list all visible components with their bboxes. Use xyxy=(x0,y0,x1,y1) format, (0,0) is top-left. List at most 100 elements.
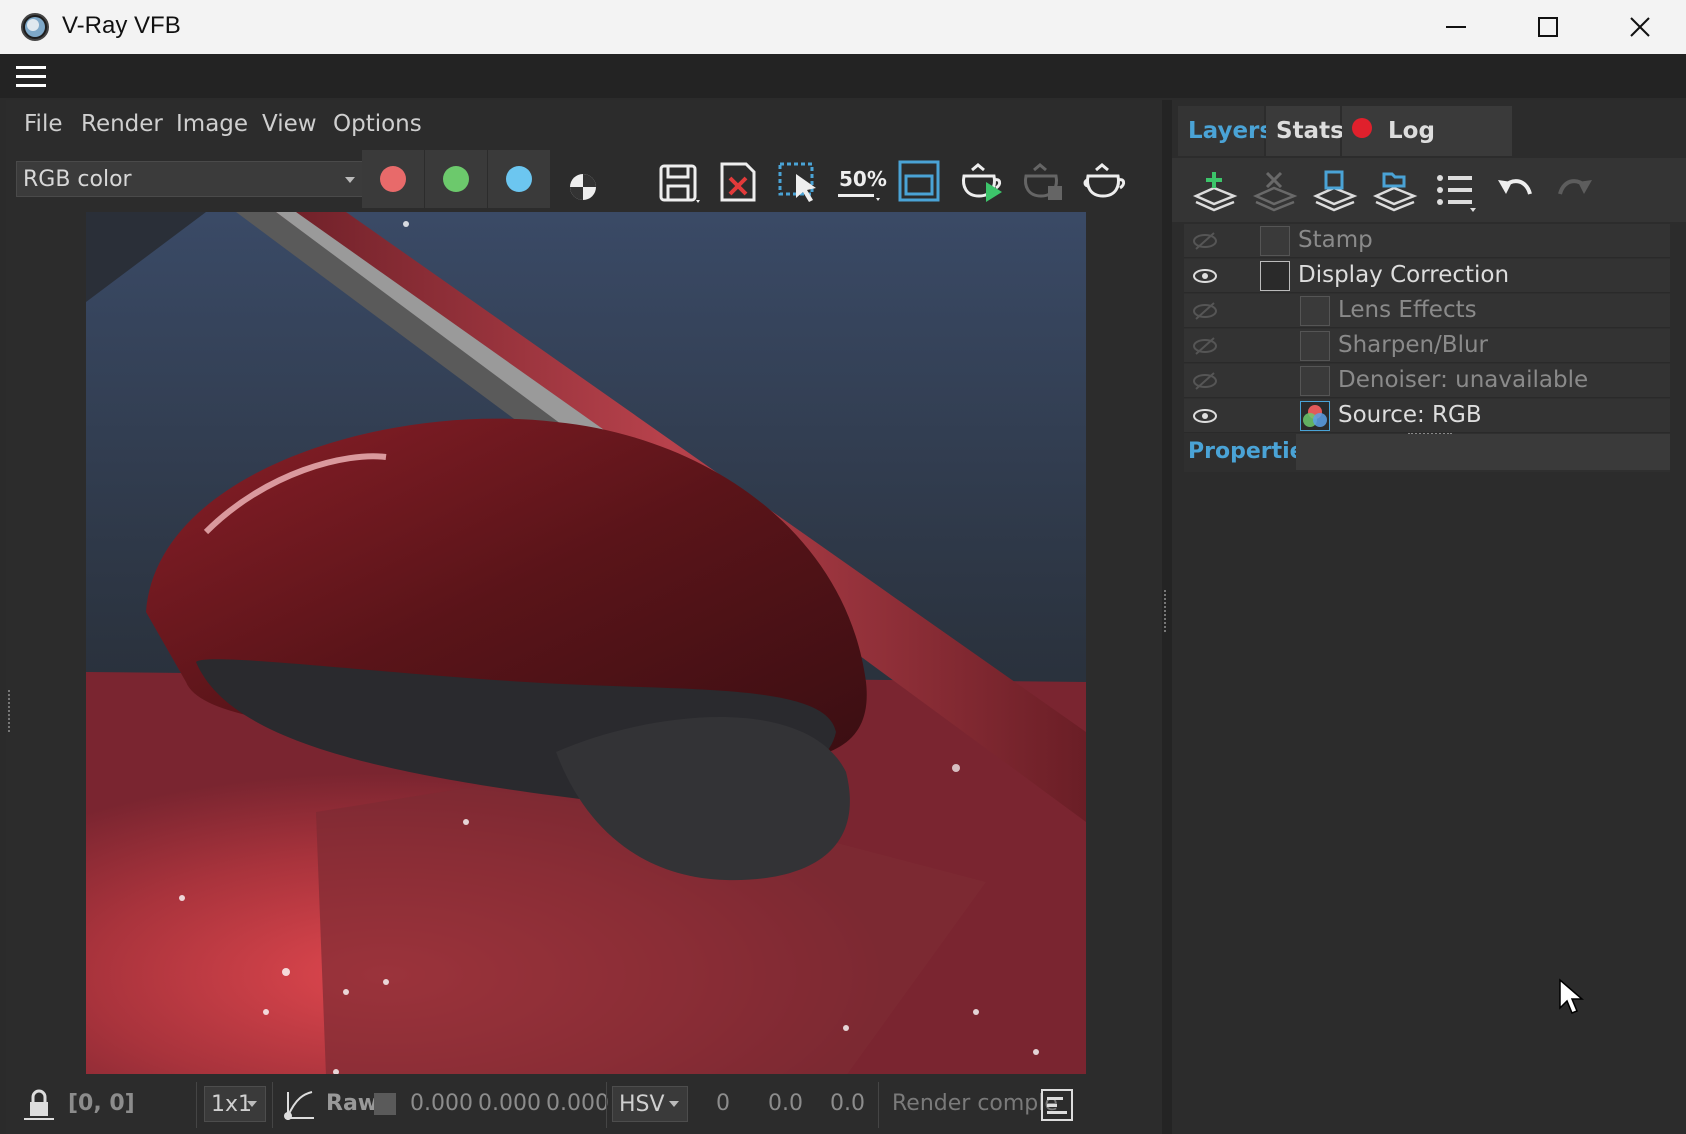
hue-value: 0 xyxy=(716,1091,730,1116)
layer-label: Sharpen/Blur xyxy=(1338,332,1489,358)
raw-label: Raw xyxy=(326,1091,379,1116)
tab-stats[interactable]: Stats xyxy=(1266,106,1344,156)
clear-image-icon[interactable] xyxy=(716,158,762,204)
lock-coords-icon[interactable] xyxy=(22,1088,56,1122)
tab-log-label: Log xyxy=(1388,118,1435,144)
vray-vfb-window: V-Ray VFB File Render Image View Options xyxy=(0,0,1686,1134)
status-bar: [0, 0] 1x1 Raw 0.000 0.000 0.000 HSV 0 0… xyxy=(6,1074,1162,1134)
color-space-value: HSV xyxy=(619,1092,665,1117)
history-panel-icon[interactable] xyxy=(1040,1088,1074,1122)
menu-image[interactable]: Image xyxy=(176,111,248,137)
green-dot-icon xyxy=(443,166,469,192)
layer-label: Source: RGB xyxy=(1338,402,1482,428)
pixel-coords: [0, 0] xyxy=(68,1091,135,1116)
tab-layers-label: Layers xyxy=(1188,118,1274,144)
region-render-icon[interactable] xyxy=(776,158,822,204)
hamburger-menu-icon[interactable] xyxy=(16,66,46,88)
left-resize-grip[interactable] xyxy=(8,690,12,732)
load-layers-icon[interactable] xyxy=(1372,168,1418,214)
sharpen-icon xyxy=(1300,331,1330,361)
splitter-grip[interactable] xyxy=(1164,590,1168,632)
chevron-down-icon xyxy=(669,1101,679,1107)
tab-log[interactable]: Log xyxy=(1342,106,1512,156)
tab-stats-label: Stats xyxy=(1276,118,1344,144)
color-swatch xyxy=(374,1093,396,1115)
log-indicator-icon xyxy=(1352,118,1372,138)
color-space-select[interactable]: HSV xyxy=(612,1086,688,1122)
close-icon xyxy=(1630,17,1650,37)
undo-icon[interactable] xyxy=(1492,168,1538,214)
separator xyxy=(196,1082,197,1128)
title-bar: V-Ray VFB xyxy=(0,0,1686,55)
mono-channel-icon[interactable] xyxy=(560,158,606,204)
channel-select[interactable]: RGB color xyxy=(16,161,364,197)
rendered-image[interactable] xyxy=(86,212,1086,1076)
hidden-eye-icon[interactable] xyxy=(1192,371,1218,391)
green-channel-button[interactable] xyxy=(425,150,487,208)
menu-options[interactable]: Options xyxy=(333,111,422,137)
hidden-eye-icon[interactable] xyxy=(1192,336,1218,356)
menu-render[interactable]: Render xyxy=(81,111,163,137)
properties-header: Properties xyxy=(1184,434,1670,470)
menu-file[interactable]: File xyxy=(24,111,63,137)
layer-row-denoiser[interactable]: Denoiser: unavailable xyxy=(1184,364,1670,398)
layers-toolbar xyxy=(1172,158,1686,222)
layer-label: Display Correction xyxy=(1298,262,1510,288)
red-channel-button[interactable] xyxy=(362,150,424,208)
layers-pane: Layers Stats Log Stamp Display Correctio… xyxy=(1172,100,1686,1134)
channel-select-value: RGB color xyxy=(23,167,132,192)
blue-dot-icon xyxy=(506,166,532,192)
layer-label: Lens Effects xyxy=(1338,297,1477,323)
rgb-source-icon xyxy=(1300,401,1330,431)
layer-row-sharpen-blur[interactable]: Sharpen/Blur xyxy=(1184,329,1670,363)
tab-layers[interactable]: Layers xyxy=(1178,106,1273,156)
hidden-eye-icon[interactable] xyxy=(1192,301,1218,321)
lens-effects-icon xyxy=(1300,296,1330,326)
separator xyxy=(878,1082,879,1128)
curve-icon xyxy=(1260,261,1290,291)
pane-splitter[interactable] xyxy=(1162,100,1172,1134)
maximize-button[interactable] xyxy=(1502,0,1594,54)
vfb-toolbar: RGB color 50% xyxy=(6,150,1162,208)
eye-icon[interactable] xyxy=(1192,406,1218,426)
eye-icon[interactable] xyxy=(1192,266,1218,286)
layer-label: Stamp xyxy=(1298,227,1373,253)
vray-logo-icon xyxy=(21,13,49,41)
render-status-message: Render comple xyxy=(892,1091,1058,1116)
blue-channel-button[interactable] xyxy=(488,150,550,208)
redo-icon[interactable] xyxy=(1552,168,1598,214)
render-pane: File Render Image View Options RGB color xyxy=(6,100,1162,1134)
color-curve-icon[interactable] xyxy=(282,1088,316,1122)
layer-row-display-correction[interactable]: Display Correction xyxy=(1184,259,1670,293)
zoom-50-button[interactable]: 50% xyxy=(836,158,887,204)
value-value: 0.0 xyxy=(830,1091,865,1116)
properties-title-bar xyxy=(1296,434,1670,470)
minimize-icon xyxy=(1446,26,1466,28)
save-layers-icon[interactable] xyxy=(1312,168,1358,214)
save-image-icon[interactable] xyxy=(656,158,702,204)
add-layer-icon[interactable] xyxy=(1192,168,1238,214)
layer-row-lens-effects[interactable]: Lens Effects xyxy=(1184,294,1670,328)
sample-size-value: 1x1 xyxy=(211,1092,253,1117)
interactive-render-icon[interactable] xyxy=(958,158,1004,204)
minimize-button[interactable] xyxy=(1410,0,1502,54)
maximize-icon xyxy=(1538,17,1558,37)
delete-layer-icon[interactable] xyxy=(1252,168,1298,214)
layer-row-source-rgb[interactable]: Source: RGB xyxy=(1184,399,1670,433)
close-button[interactable] xyxy=(1594,0,1686,54)
hidden-eye-icon[interactable] xyxy=(1192,231,1218,251)
layer-label: Denoiser: unavailable xyxy=(1338,367,1589,393)
window-title: V-Ray VFB xyxy=(62,12,181,39)
layer-row-stamp[interactable]: Stamp xyxy=(1184,224,1670,258)
menu-view[interactable]: View xyxy=(262,111,317,137)
sample-size-select[interactable]: 1x1 xyxy=(204,1086,266,1122)
render-teapot-icon[interactable] xyxy=(1082,158,1128,204)
fit-frame-icon[interactable] xyxy=(896,158,942,204)
saturation-value: 0.0 xyxy=(768,1091,803,1116)
stop-render-icon[interactable] xyxy=(1020,158,1066,204)
layer-presets-icon[interactable] xyxy=(1432,168,1478,214)
properties-panel xyxy=(1184,472,1670,1122)
red-dot-icon xyxy=(380,166,406,192)
chevron-down-icon xyxy=(345,177,355,183)
stamp-icon xyxy=(1260,226,1290,256)
